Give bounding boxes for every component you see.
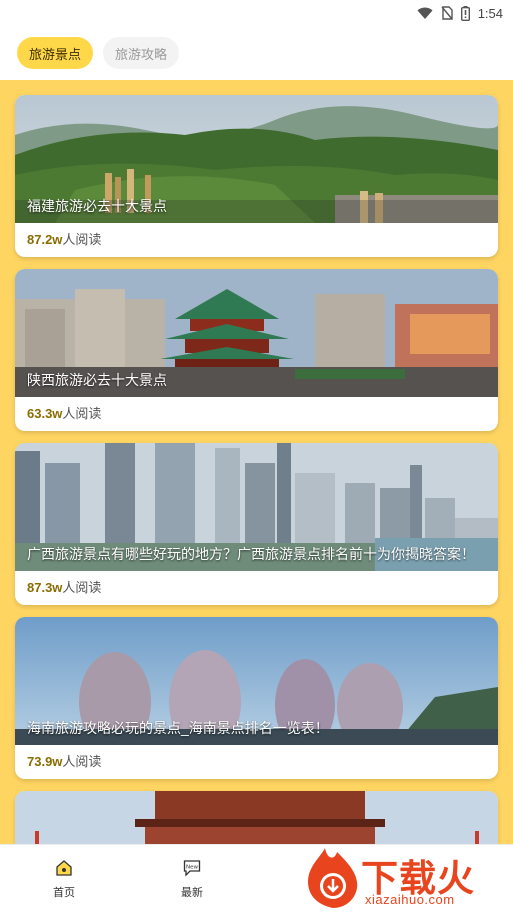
read-count-suffix: 人阅读 [62,232,102,247]
watermark-url: xiazaihuo.com [365,892,455,907]
new-badge-icon: New [183,859,201,880]
read-count-suffix: 人阅读 [62,754,102,769]
article-title: 陕西旅游必去十大景点 [27,372,167,388]
battery-icon [460,5,470,21]
read-count: 73.9w人阅读 [27,751,101,770]
article-title: 福建旅游必去十大景点 [27,198,167,214]
article-card[interactable]: 海南旅游攻略必玩的景点_海南景点排名一览表！ 73.9w人阅读 [15,617,498,779]
article-card[interactable]: 福建旅游必去十大景点 87.2w人阅读 [15,95,498,257]
nav-label-latest: 最新 [181,887,203,899]
read-count-suffix: 人阅读 [62,580,102,595]
nav-item-home[interactable]: 首页 [34,859,94,900]
category-tabs: 旅游景点 旅游攻略 [0,26,513,80]
read-count: 87.3w人阅读 [27,577,101,596]
read-count-value: 87.3w [27,580,63,595]
article-image: 福建旅游必去十大景点 [15,95,498,223]
read-count-value: 73.9w [27,754,63,769]
article-image: 广西旅游景点有哪些好玩的地方？广西旅游景点排名前十为你揭晓答案！ [15,443,498,571]
tab-travel-guides[interactable]: 旅游攻略 [103,37,180,69]
watermark-logo: 下载火 xiazaihuo.com [303,846,513,910]
article-title: 广西旅游景点有哪些好玩的地方？广西旅游景点排名前十为你揭晓答案！ [27,546,475,562]
article-image: 陕西旅游必去十大景点 [15,269,498,397]
article-card[interactable]: 陕西旅游必去十大景点 63.3w人阅读 [15,269,498,431]
no-sim-icon [441,6,453,20]
read-count: 87.2w人阅读 [27,229,101,248]
article-card[interactable]: 广西旅游景点有哪些好玩的地方？广西旅游景点排名前十为你揭晓答案！ 87.3w人阅… [15,443,498,605]
read-count-suffix: 人阅读 [62,406,102,421]
wifi-icon [417,7,433,20]
tab-scenic-spots[interactable]: 旅游景点 [17,37,94,69]
article-title: 海南旅游攻略必玩的景点_海南景点排名一览表！ [27,720,329,736]
status-bar: 1:54 [0,0,513,26]
read-count: 63.3w人阅读 [27,403,101,422]
read-count-value: 87.2w [27,232,63,247]
svg-text:New: New [186,865,198,871]
home-icon [55,859,73,880]
read-count-value: 63.3w [27,406,63,421]
article-card[interactable] [15,791,498,844]
article-image [15,791,498,844]
nav-item-latest[interactable]: New 最新 [162,859,222,900]
article-feed[interactable]: 福建旅游必去十大景点 87.2w人阅读 陕西旅游必去十大景点 63.3w人阅读 … [0,80,513,844]
article-image: 海南旅游攻略必玩的景点_海南景点排名一览表！ [15,617,498,745]
flame-logo-icon [303,846,363,912]
nav-label-home: 首页 [53,887,75,899]
status-time: 1:54 [477,5,503,21]
